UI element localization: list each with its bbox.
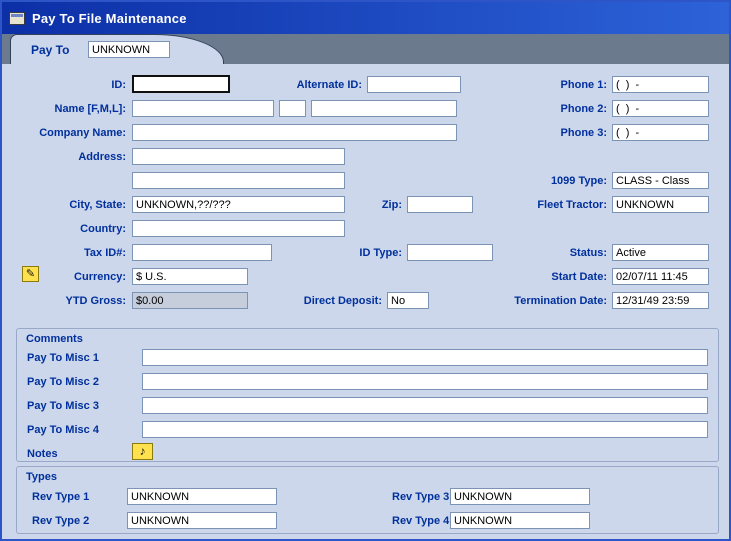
ytd-gross-field [132,292,248,309]
type-1099-input[interactable] [612,172,709,189]
termination-date-input[interactable] [612,292,709,309]
notes-icon[interactable]: ♪ [132,443,153,460]
phone3-input[interactable] [612,124,709,141]
country-input[interactable] [132,220,345,237]
phone2-label: Phone 2: [477,101,607,117]
phone1-input[interactable] [612,76,709,93]
rev-type1-label: Rev Type 1 [32,489,89,505]
pay-to-key-input[interactable] [88,41,170,58]
alternate-id-label: Alternate ID: [252,77,362,93]
name-label: Name [F,M,L]: [2,101,126,117]
pay-to-file-maintenance-window: Pay To File Maintenance Pay To ID: Alter… [0,0,731,541]
tab-pay-to[interactable]: Pay To [10,34,224,64]
direct-deposit-input[interactable] [387,292,429,309]
alternate-id-input[interactable] [367,76,461,93]
termination-date-label: Termination Date: [477,293,607,309]
fleet-tractor-input[interactable] [612,196,709,213]
titlebar: Pay To File Maintenance [2,2,729,34]
pay-to-misc4-label: Pay To Misc 4 [27,422,99,438]
name-middle-input[interactable] [279,100,306,117]
city-state-input[interactable] [132,196,345,213]
pay-to-misc4-input[interactable] [142,421,708,438]
start-date-label: Start Date: [477,269,607,285]
phone2-input[interactable] [612,100,709,117]
company-name-label: Company Name: [2,125,126,141]
country-label: Country: [2,221,126,237]
ytd-gross-label: YTD Gross: [2,293,126,309]
pay-to-tab-label: Pay To [31,43,69,57]
status-input[interactable] [612,244,709,261]
company-name-input[interactable] [132,124,457,141]
app-icon [9,12,25,25]
address-line1-input[interactable] [132,148,345,165]
id-type-label: ID Type: [332,245,402,261]
rev-type3-label: Rev Type 3 [392,489,449,505]
phone1-label: Phone 1: [477,77,607,93]
window-title: Pay To File Maintenance [32,11,187,26]
rev-type2-label: Rev Type 2 [32,513,89,529]
notes-label: Notes [27,446,58,462]
start-date-input[interactable] [612,268,709,285]
rev-type1-input[interactable] [127,488,277,505]
types-groupbox [16,466,719,534]
address-label: Address: [2,149,126,165]
pay-to-misc3-input[interactable] [142,397,708,414]
pay-to-misc1-label: Pay To Misc 1 [27,350,99,366]
address-line2-input[interactable] [132,172,345,189]
zip-label: Zip: [347,197,402,213]
name-last-input[interactable] [311,100,457,117]
tab-band: Pay To [2,34,729,64]
rev-type4-input[interactable] [450,512,590,529]
rev-type3-input[interactable] [450,488,590,505]
pay-to-misc2-input[interactable] [142,373,708,390]
comments-title: Comments [26,331,83,347]
fleet-tractor-label: Fleet Tractor: [477,197,607,213]
phone3-label: Phone 3: [477,125,607,141]
currency-label: Currency: [2,269,126,285]
id-input[interactable] [132,75,230,93]
types-title: Types [26,469,57,485]
status-label: Status: [477,245,607,261]
id-label: ID: [2,77,126,93]
rev-type4-label: Rev Type 4 [392,513,449,529]
tax-id-label: Tax ID#: [2,245,126,261]
currency-input[interactable] [132,268,248,285]
tax-id-input[interactable] [132,244,272,261]
name-first-input[interactable] [132,100,274,117]
type-1099-label: 1099 Type: [477,173,607,189]
pay-to-misc1-input[interactable] [142,349,708,366]
zip-input[interactable] [407,196,473,213]
pay-to-misc3-label: Pay To Misc 3 [27,398,99,414]
pay-to-misc2-label: Pay To Misc 2 [27,374,99,390]
direct-deposit-label: Direct Deposit: [270,293,382,309]
city-state-label: City, State: [2,197,126,213]
rev-type2-input[interactable] [127,512,277,529]
